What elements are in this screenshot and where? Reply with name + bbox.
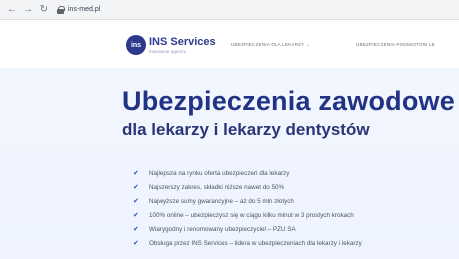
hero-title: Ubezpieczenia zawodowe	[122, 86, 455, 116]
logo-tagline: insurance agency	[149, 48, 186, 54]
chevron-down-icon: ⌄	[306, 42, 310, 47]
list-item: ✔ Najlepsza na rynku oferta ubezpieczeń …	[133, 166, 362, 180]
hero-subtitle: dla lekarzy i lekarzy dentystów	[122, 120, 370, 139]
feature-text: Obsługa przez INS Services – lidera w ub…	[149, 239, 362, 247]
list-item: ✔ Najszerszy zakres, składki niższe nawe…	[133, 180, 362, 194]
site-logo[interactable]: ins INS Services insurance agency	[126, 35, 216, 55]
check-icon: ✔	[133, 184, 139, 191]
check-icon: ✔	[133, 240, 139, 247]
feature-text: Najwyższe sumy gwarancyjne – aż do 5 mln…	[149, 197, 294, 205]
lock-icon	[57, 5, 65, 14]
reload-icon[interactable]: ↻	[37, 3, 51, 17]
nav-item-ubezpieczenia-dla-lekarzy[interactable]: UBEZPIECZENIA DLA LEKARZY ⌄	[231, 42, 310, 47]
browser-toolbar: ← → ↻ ins-med.pl	[0, 0, 459, 20]
list-item: ✔ Wiarygodny i renomowany ubezpieczyciel…	[133, 222, 362, 236]
check-icon: ✔	[133, 212, 139, 219]
feature-text: Wiarygodny i renomowany ubezpieczyciel –…	[149, 225, 296, 233]
back-arrow-icon[interactable]: ←	[5, 3, 19, 17]
feature-text: Najlepsza na rynku oferta ubezpieczeń dl…	[149, 169, 290, 177]
logo-mark: ins	[126, 35, 146, 55]
nav-item-ubezpieczenia-podmiotow[interactable]: UBEZPIECZENIA PODMIOTÓW LE	[356, 42, 435, 47]
check-icon: ✔	[133, 226, 139, 233]
check-icon: ✔	[133, 198, 139, 205]
forward-arrow-icon[interactable]: →	[21, 3, 35, 17]
list-item: ✔ 100% online – ubezpieczysz się w ciągu…	[133, 208, 362, 222]
feature-text: 100% online – ubezpieczysz się w ciągu k…	[149, 211, 354, 219]
nav-item-label: UBEZPIECZENIA DLA LEKARZY	[231, 42, 305, 47]
url-text: ins-med.pl	[68, 6, 101, 13]
logo-text: INS Services insurance agency	[149, 35, 216, 54]
logo-name: INS Services	[149, 35, 216, 48]
nav-item-label: UBEZPIECZENIA PODMIOTÓW LE	[356, 42, 435, 47]
feature-text: Najszerszy zakres, składki niższe nawet …	[149, 183, 285, 191]
list-item: ✔ Najwyższe sumy gwarancyjne – aż do 5 m…	[133, 194, 362, 208]
check-icon: ✔	[133, 170, 139, 177]
list-item: ✔ Obsługa przez INS Services – lidera w …	[133, 236, 362, 250]
address-bar[interactable]: ins-med.pl	[57, 3, 100, 17]
feature-list: ✔ Najlepsza na rynku oferta ubezpieczeń …	[133, 166, 362, 250]
